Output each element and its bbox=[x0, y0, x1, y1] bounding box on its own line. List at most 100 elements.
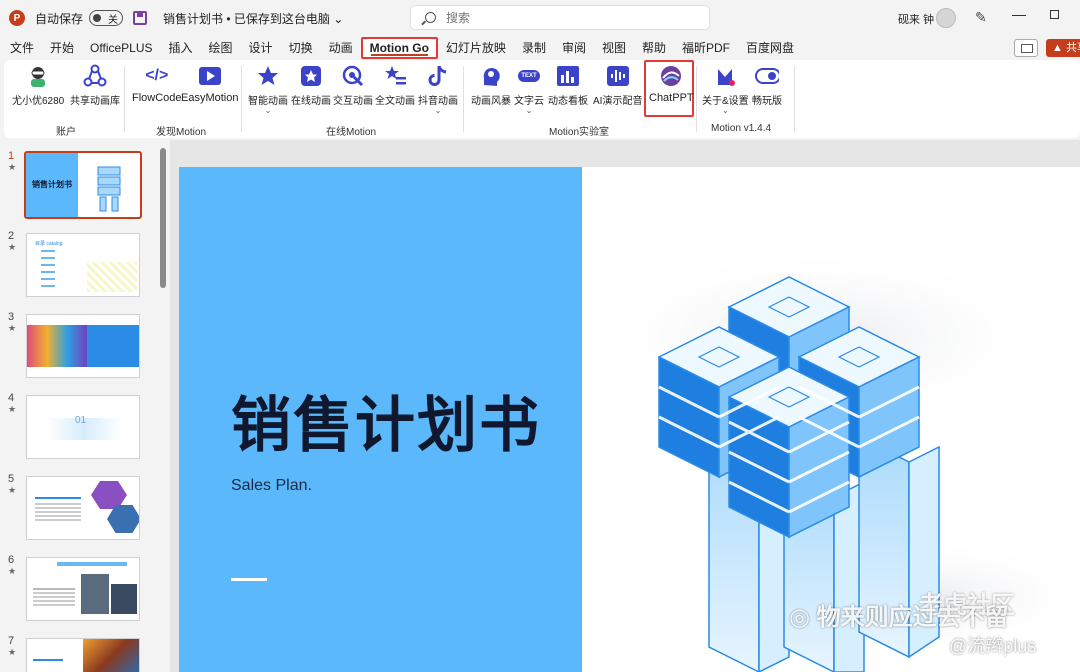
slide-thumbnail-5[interactable] bbox=[26, 476, 140, 540]
autosave-toggle[interactable]: 关 bbox=[89, 10, 124, 26]
comments-button[interactable] bbox=[1014, 39, 1038, 57]
slide-thumbnail-2[interactable]: 目录 catalog bbox=[26, 233, 140, 297]
autosave-state: 关 bbox=[108, 14, 119, 26]
thumbnail-number: 7 bbox=[8, 635, 15, 647]
tab-design[interactable]: 设计 bbox=[241, 37, 281, 59]
shared-animation-library-button[interactable]: 共享动画库 bbox=[70, 64, 120, 107]
chevron-down-icon: ⌄ bbox=[525, 106, 533, 115]
slide-thumbnail-7[interactable] bbox=[26, 638, 140, 672]
tab-officeplus[interactable]: OfficePLUS bbox=[82, 37, 160, 59]
tab-insert[interactable]: 插入 bbox=[161, 37, 201, 59]
autosave-label: 自动保存 bbox=[35, 11, 84, 26]
group-label-motion-version: Motion v1.4.4 bbox=[711, 123, 772, 134]
animation-star-icon: ★ bbox=[8, 404, 17, 414]
thumbnail-number: 1 bbox=[8, 150, 15, 162]
divider bbox=[794, 66, 795, 132]
online-animation-button[interactable]: 在线动画 bbox=[291, 64, 331, 107]
tab-file[interactable]: 文件 bbox=[2, 37, 42, 59]
star-list-icon bbox=[383, 64, 407, 88]
about-settings-button[interactable]: 关于&设置 ⌄ bbox=[702, 64, 749, 115]
pen-icon[interactable]: ✎ bbox=[975, 9, 987, 26]
thumbnail-number: 6 bbox=[8, 554, 15, 566]
thumbnail-number: 2 bbox=[8, 230, 15, 242]
bar-chart-icon bbox=[556, 64, 580, 88]
flowcode-button[interactable]: </> FlowCode bbox=[132, 64, 182, 104]
thumbnail-number: 3 bbox=[8, 311, 15, 323]
fulltext-animation-button[interactable]: 全文动画 bbox=[375, 64, 415, 107]
slide-canvas[interactable]: 销售计划书 Sales Plan. 老虎社区 ◎ 物来则应过去不留 @流辫plu… bbox=[179, 167, 1080, 672]
watermark-wechat: ◎ 物来则应过去不留 bbox=[789, 604, 1009, 631]
divider bbox=[463, 66, 464, 132]
divider bbox=[241, 66, 242, 132]
animation-star-icon: ★ bbox=[8, 323, 17, 333]
code-icon: </> bbox=[145, 67, 169, 84]
slide-title[interactable]: 销售计划书 bbox=[231, 377, 541, 464]
slide-accent-line bbox=[231, 578, 267, 581]
dynamic-dashboard-button[interactable]: 动态看板 bbox=[548, 64, 588, 107]
thumbnail-number: 5 bbox=[8, 473, 15, 485]
tab-slideshow[interactable]: 幻灯片放映 bbox=[438, 37, 514, 59]
group-label-account: 账户 bbox=[56, 127, 76, 138]
share-button[interactable]: ▲ 共享 bbox=[1046, 39, 1080, 57]
divider bbox=[124, 66, 125, 132]
tab-foxit-pdf[interactable]: 福昕PDF bbox=[674, 37, 738, 59]
easymotion-button[interactable]: EasyMotion bbox=[181, 64, 238, 104]
tab-home[interactable]: 开始 bbox=[42, 37, 82, 59]
account-button[interactable]: 尤小优6280 bbox=[12, 64, 64, 107]
animation-star-icon: ★ bbox=[8, 242, 17, 252]
slide-thumbnail-6[interactable] bbox=[26, 557, 140, 621]
ribbon-tabs: 文件 开始 OfficePLUS 插入 绘图 设计 切换 动画 Motion G… bbox=[0, 36, 1080, 60]
tab-animations[interactable]: 动画 bbox=[321, 37, 361, 59]
tab-motion-go[interactable]: Motion Go bbox=[360, 37, 438, 59]
avatar[interactable] bbox=[936, 8, 956, 28]
document-title[interactable]: 销售计划书 • 已保存到这台电脑 ⌄ bbox=[163, 10, 343, 27]
toggle-switch-icon bbox=[755, 64, 779, 88]
ribbon-panel: 尤小优6280 共享动画库 账户 </> FlowCode EasyMotion… bbox=[4, 60, 1080, 138]
video-icon bbox=[198, 64, 222, 88]
save-icon[interactable] bbox=[133, 11, 148, 25]
chatppt-logo-icon bbox=[659, 64, 683, 88]
tab-baidu-netdisk[interactable]: 百度网盘 bbox=[738, 37, 802, 59]
user-avatar-icon bbox=[26, 64, 50, 88]
ai-voiceover-button[interactable]: AI演示配音 bbox=[593, 64, 642, 107]
interactive-animation-button[interactable]: 交互动画 bbox=[333, 64, 373, 107]
slide-thumbnail-4[interactable]: 01 bbox=[26, 395, 140, 459]
slide-thumbnail-panel: 1 ★ 销售计划书 2 ★ 目录 catalog 3 ★ 4 ★ 01 5 ★ … bbox=[0, 140, 158, 672]
cursor-click-icon bbox=[341, 64, 365, 88]
audio-wave-icon bbox=[606, 64, 630, 88]
search-input[interactable]: 搜索 bbox=[410, 5, 710, 30]
text-cloud-icon: TEXT bbox=[517, 64, 541, 88]
word-cloud-button[interactable]: TEXT 文字云 ⌄ bbox=[514, 64, 544, 115]
animation-star-icon: ★ bbox=[8, 162, 17, 172]
free-edition-button[interactable]: 畅玩版 bbox=[752, 64, 782, 107]
maximize-button[interactable] bbox=[1050, 10, 1059, 19]
search-placeholder: 搜索 bbox=[446, 11, 471, 25]
tab-record[interactable]: 录制 bbox=[514, 37, 554, 59]
chevron-down-icon: ⌄ bbox=[264, 106, 272, 115]
tab-review[interactable]: 审阅 bbox=[554, 37, 594, 59]
animation-star-icon: ★ bbox=[8, 485, 17, 495]
animation-storm-button[interactable]: 动画风暴 bbox=[471, 64, 511, 107]
douyin-animation-button[interactable]: 抖音动画 ⌄ bbox=[418, 64, 458, 115]
search-icon bbox=[425, 12, 436, 23]
divider bbox=[696, 66, 697, 132]
tab-transitions[interactable]: 切换 bbox=[281, 37, 321, 59]
tab-draw[interactable]: 绘图 bbox=[201, 37, 241, 59]
tab-help[interactable]: 帮助 bbox=[634, 37, 674, 59]
thumbnail-scrollbar[interactable] bbox=[160, 148, 166, 288]
user-name[interactable]: 砚来 钟 bbox=[898, 11, 934, 27]
tiktok-icon bbox=[426, 64, 450, 88]
minimize-button[interactable]: — bbox=[1012, 6, 1026, 22]
chevron-down-icon: ⌄ bbox=[434, 106, 442, 115]
slide-thumbnail-3[interactable] bbox=[26, 314, 140, 378]
star-sparkle-icon bbox=[256, 64, 280, 88]
powerpoint-logo-icon: P bbox=[9, 10, 25, 26]
motion-logo-icon bbox=[713, 64, 737, 88]
slide-thumbnail-1[interactable]: 销售计划书 bbox=[24, 151, 142, 219]
star-box-icon bbox=[299, 64, 323, 88]
tab-view[interactable]: 视图 bbox=[594, 37, 634, 59]
slide-subtitle[interactable]: Sales Plan. bbox=[231, 477, 312, 495]
smart-animation-button[interactable]: 智能动画 ⌄ bbox=[248, 64, 288, 115]
watermark-author: @流辫plus bbox=[949, 636, 1037, 656]
chatppt-button[interactable]: ChatPPT bbox=[649, 64, 694, 104]
